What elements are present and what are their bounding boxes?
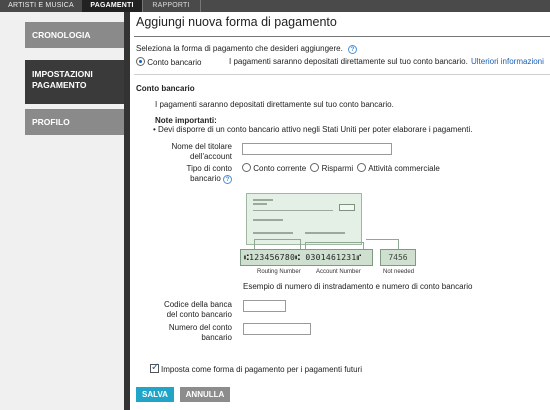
- account-type-label: Tipo di conto bancario ?: [162, 164, 232, 184]
- sidebar-item-label: PAGAMENTO: [32, 80, 87, 90]
- default-payment-label: Imposta come forma di pagamento per i pa…: [161, 365, 362, 374]
- section-title: Conto bancario: [136, 84, 195, 93]
- account-number-label-line: bancario: [201, 333, 232, 342]
- account-number-field-label: Numero del conto bancario: [162, 323, 232, 343]
- bank-code-label-line: del conto bancario: [166, 310, 232, 319]
- main-content: Aggiungi nuova forma di pagamento Selezi…: [130, 12, 550, 410]
- radio-icon[interactable]: [357, 163, 367, 172]
- account-digits: 0301461231⑈: [305, 253, 362, 262]
- page-title: Aggiungi nuova forma di pagamento: [136, 15, 337, 29]
- holder-label-line: dell'account: [190, 152, 232, 161]
- notes-bullet: • Devi disporre di un conto bancario att…: [153, 125, 472, 134]
- sidebar: CRONOLOGIA IMPOSTAZIONI PAGAMENTO PROFIL…: [0, 12, 130, 410]
- tab-rapporti[interactable]: RAPPORTI: [142, 0, 200, 12]
- tab-artisti-e-musica[interactable]: ARTISTI E MUSICA: [0, 0, 82, 12]
- section-divider: [134, 74, 550, 75]
- select-prompt: Seleziona la forma di pagamento che desi…: [136, 44, 358, 54]
- save-button[interactable]: SALVA: [136, 387, 174, 402]
- tab-pagamenti[interactable]: PAGAMENTI: [82, 0, 142, 12]
- radio-label: Risparmi: [321, 164, 354, 173]
- holder-label: Nome del titolare dell'account: [162, 142, 232, 162]
- radio-label: Attività commerciale: [368, 164, 440, 173]
- not-needed-label: Not needed: [383, 269, 415, 275]
- notes-bullet-text: Devi disporre di un conto bancario attiv…: [158, 125, 473, 134]
- more-info-link[interactable]: Ulteriori informazioni: [471, 57, 544, 66]
- radio-label: Conto corrente: [253, 164, 307, 173]
- bullet-icon: •: [153, 125, 156, 134]
- tab-divider: [200, 0, 201, 12]
- section-description: I pagamenti saranno depositati direttame…: [155, 100, 394, 109]
- sidebar-item-profilo[interactable]: PROFILO: [25, 109, 124, 135]
- routing-digits: ⑆123456780⑆: [244, 253, 301, 262]
- sidebar-item-impostazioni-pagamento[interactable]: IMPOSTAZIONI PAGAMENTO: [25, 60, 124, 104]
- title-divider: [134, 36, 550, 37]
- holder-name-field[interactable]: [242, 143, 392, 155]
- check-micr-line: ⑆123456780⑆ 0301461231⑈: [240, 249, 373, 266]
- bank-code-field[interactable]: [243, 300, 286, 312]
- account-number-label: Account Number: [316, 269, 361, 275]
- bank-code-label-line: Codice della banca: [163, 300, 232, 309]
- radio-icon[interactable]: [242, 163, 251, 172]
- payment-method-radio[interactable]: Conto bancario: [136, 57, 202, 67]
- radio-attivita-commerciale[interactable]: Attività commerciale: [357, 163, 440, 173]
- payment-method-label: Conto bancario: [147, 58, 202, 67]
- notes-title: Note importanti:: [155, 116, 217, 125]
- select-prompt-text: Seleziona la forma di pagamento che desi…: [136, 44, 343, 53]
- sidebar-item-cronologia[interactable]: CRONOLOGIA: [25, 22, 124, 48]
- account-type-label-text: bancario: [190, 174, 221, 183]
- radio-risparmi[interactable]: Risparmi: [310, 163, 354, 173]
- help-icon[interactable]: ?: [348, 45, 358, 54]
- account-type-options: Conto corrente Risparmi Attività commerc…: [242, 163, 440, 173]
- help-icon[interactable]: ?: [223, 175, 232, 184]
- default-payment-checkbox[interactable]: [150, 362, 159, 373]
- radio-selected-icon[interactable]: [136, 57, 145, 66]
- sidebar-item-label: IMPOSTAZIONI: [32, 69, 93, 79]
- account-type-label-line: Tipo di conto: [186, 164, 232, 173]
- check-image: [246, 193, 362, 245]
- check-number-box: 7456: [380, 249, 416, 266]
- account-number-field[interactable]: [243, 323, 311, 335]
- account-type-label-line: bancario ?: [162, 174, 232, 184]
- routing-number-label: Routing Number: [257, 269, 301, 275]
- check-caption: Esempio di numero di instradamento e num…: [243, 282, 473, 291]
- cancel-button[interactable]: ANNULLA: [180, 387, 230, 402]
- payment-method-description: I pagamenti saranno depositati direttame…: [229, 57, 468, 66]
- holder-label-line: Nome del titolare: [171, 142, 232, 151]
- radio-icon[interactable]: [310, 163, 320, 172]
- radio-conto-corrente[interactable]: Conto corrente: [242, 163, 307, 173]
- account-number-label-line: Numero del conto: [168, 323, 232, 332]
- bank-code-label: Codice della banca del conto bancario: [162, 300, 232, 320]
- top-tab-bar: ARTISTI E MUSICA PAGAMENTI RAPPORTI: [0, 0, 550, 12]
